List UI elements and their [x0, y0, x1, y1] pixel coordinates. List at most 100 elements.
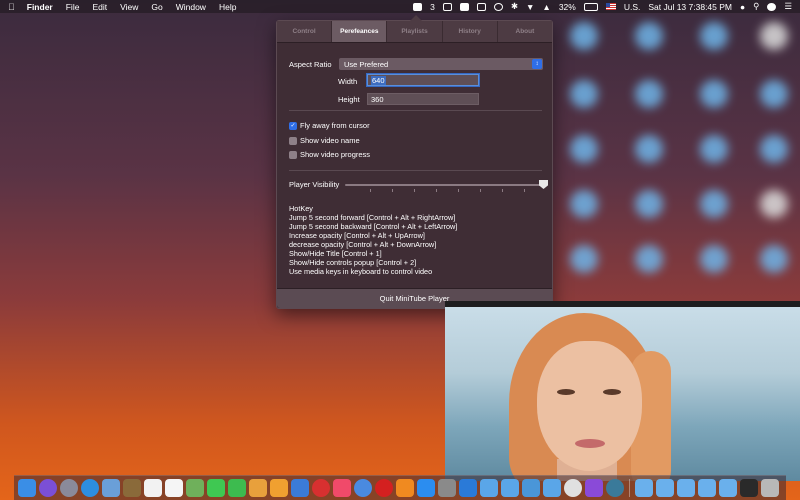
app-store-icon[interactable] [417, 479, 435, 497]
divider [289, 170, 542, 171]
messages-menubar-icon[interactable] [459, 2, 469, 11]
system-preferences-icon[interactable] [438, 479, 456, 497]
desktop-icon [700, 135, 728, 163]
battery-percent[interactable]: 32% [559, 2, 576, 12]
tab-control[interactable]: Control [277, 21, 333, 42]
input-source[interactable]: U.S. [624, 2, 641, 12]
volume-icon[interactable]: ▲ [542, 2, 550, 12]
aspect-ratio-label: Aspect Ratio [289, 60, 332, 69]
folder-icon[interactable] [677, 479, 695, 497]
trash-icon[interactable] [761, 479, 779, 497]
fly-away-checkbox-row[interactable]: ✓ Fly away from cursor [289, 121, 370, 130]
player-visibility-slider[interactable] [345, 184, 543, 186]
tab-history[interactable]: History [443, 21, 498, 42]
apple-icon[interactable]:  [8, 2, 15, 12]
time-machine-icon[interactable] [493, 2, 503, 11]
desktop-icon [760, 190, 788, 218]
tab-playlists[interactable]: Playlists [387, 21, 443, 42]
siri-menubar-icon[interactable] [767, 2, 777, 11]
menu-app-name[interactable]: Finder [27, 2, 53, 12]
slider-tick [458, 189, 459, 192]
folder-icon[interactable] [719, 479, 737, 497]
desktop-icon [760, 135, 788, 163]
menu-go[interactable]: Go [151, 2, 162, 12]
folder-icon[interactable] [480, 479, 498, 497]
checkbox-icon[interactable] [289, 150, 297, 159]
folder-icon[interactable] [656, 479, 674, 497]
minitube-menubar-icon[interactable] [413, 2, 423, 11]
books-icon[interactable] [396, 479, 414, 497]
video-player[interactable] [445, 301, 800, 481]
tab-preferences[interactable]: Perefeances [332, 21, 388, 42]
height-field[interactable]: 360 [367, 93, 479, 105]
aspect-ratio-value: Use Prefered [344, 59, 389, 69]
no-entry-icon[interactable] [312, 479, 330, 497]
folder-icon[interactable] [522, 479, 540, 497]
clock[interactable]: Sat Jul 13 7:38:45 PM [648, 2, 732, 12]
slider-tick [436, 189, 437, 192]
spotlight-icon[interactable]: ⚲ [753, 1, 759, 12]
folder-icon[interactable] [635, 479, 653, 497]
player-visibility-label: Player Visibility [289, 180, 340, 189]
slider-tick [524, 189, 525, 192]
checkmark-icon[interactable]: ✓ [289, 121, 297, 130]
terminal-icon[interactable] [740, 479, 758, 497]
menu-view[interactable]: View [120, 2, 138, 12]
reminders-icon[interactable] [165, 479, 183, 497]
dropbox-icon[interactable] [442, 2, 452, 11]
xcode-icon[interactable] [459, 479, 477, 497]
airplay-icon[interactable] [476, 2, 486, 11]
keynote-icon[interactable] [291, 479, 309, 497]
checkbox-icon[interactable] [289, 136, 297, 145]
hotkey-item: Use media keys in keyboard to control vi… [289, 267, 433, 276]
desktop-icon [700, 245, 728, 273]
imovie-icon[interactable] [585, 479, 603, 497]
menu-file[interactable]: File [66, 2, 80, 12]
launchpad-icon[interactable] [60, 479, 78, 497]
user-icon[interactable]: ● [740, 2, 745, 12]
desktop-icon [700, 190, 728, 218]
tab-about[interactable]: About [498, 21, 552, 42]
desktop-icon [700, 22, 728, 50]
facetime-icon[interactable] [228, 479, 246, 497]
chrome-icon[interactable] [354, 479, 372, 497]
menu-window[interactable]: Window [176, 2, 206, 12]
slider-tick [480, 189, 481, 192]
bluetooth-icon[interactable]: ✱ [511, 1, 518, 12]
notes-icon[interactable] [123, 479, 141, 497]
maps-icon[interactable] [186, 479, 204, 497]
battery-icon[interactable] [583, 2, 598, 11]
itunes-icon[interactable] [564, 479, 582, 497]
opera-icon[interactable] [375, 479, 393, 497]
menu-edit[interactable]: Edit [92, 2, 107, 12]
notification-center-icon[interactable]: ☰ [784, 1, 792, 12]
finder-icon[interactable] [18, 479, 36, 497]
preview-icon[interactable] [102, 479, 120, 497]
messages-icon[interactable] [207, 479, 225, 497]
photos-icon[interactable] [249, 479, 267, 497]
width-field[interactable]: 640 [367, 74, 479, 86]
video-frame-lips [575, 439, 605, 448]
flag-icon[interactable] [605, 3, 616, 10]
wifi-icon[interactable]: ▼ [526, 2, 534, 12]
slider-tick [392, 189, 393, 192]
show-video-progress-checkbox-row[interactable]: Show video progress [289, 150, 370, 159]
video-frame-eye [603, 389, 621, 395]
desktop-icon [635, 22, 663, 50]
show-video-name-checkbox-row[interactable]: Show video name [289, 136, 360, 145]
folder-icon[interactable] [698, 479, 716, 497]
calendar-icon[interactable] [144, 479, 162, 497]
slider-knob[interactable] [539, 180, 548, 189]
safari-icon[interactable] [81, 479, 99, 497]
folder-icon[interactable] [543, 479, 561, 497]
aspect-ratio-select[interactable]: Use Prefered ↕ [339, 58, 543, 70]
height-value: 360 [371, 94, 384, 104]
hotkey-item: Increase opacity [Control + Alt + UpArro… [289, 231, 425, 240]
show-video-name-label: Show video name [300, 136, 360, 145]
music-icon[interactable] [333, 479, 351, 497]
siri-icon[interactable] [39, 479, 57, 497]
pages-icon[interactable] [270, 479, 288, 497]
minitube-icon[interactable] [606, 479, 624, 497]
menu-help[interactable]: Help [219, 2, 236, 12]
folder-icon[interactable] [501, 479, 519, 497]
